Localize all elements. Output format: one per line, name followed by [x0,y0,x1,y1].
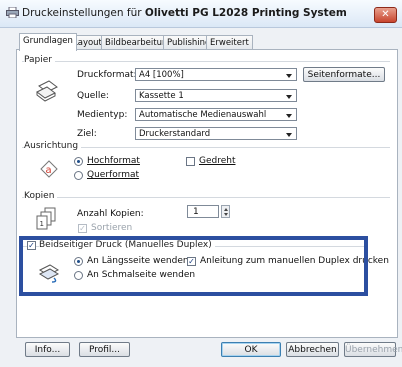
rotated-checkbox[interactable] [186,157,195,166]
cancel-button[interactable]: Abbrechen [286,342,339,357]
chevron-down-icon [286,133,292,137]
window-title: Druckeinstellungen für Olivetti PG L2028… [22,7,347,19]
title-bar: Druckeinstellungen für Olivetti PG L2028… [0,0,402,28]
source-value: Kassette 1 [139,91,184,101]
collate-label: Sortieren [91,223,133,233]
format-label: Druckformat: [77,70,137,80]
portrait-label[interactable]: Hochformat [87,156,140,166]
portrait-radio[interactable] [74,157,83,166]
target-value: Druckerstandard [139,129,211,139]
paper-icon [36,80,58,102]
duplex-highlight-frame [19,236,368,296]
landscape-label[interactable]: Querformat [87,170,139,180]
collate-checkbox[interactable]: ✓ [78,224,87,233]
copies-count-input[interactable]: 1 [187,205,219,218]
profile-button[interactable]: Profil... [79,342,130,357]
rotated-label[interactable]: Gedreht [199,156,236,166]
stepper-down-icon [224,213,228,216]
copies-stepper[interactable] [221,205,230,218]
copies-group-line [22,197,390,198]
tab-grundlagen[interactable]: Grundlagen [19,33,77,51]
paper-group-label: Papier [24,55,55,65]
media-select[interactable]: Automatische Medienauswahl [135,108,297,121]
chevron-down-icon [286,95,292,99]
format-value: A4 [100%] [139,70,184,80]
ok-button[interactable]: OK [221,342,281,357]
tab-erweitert[interactable]: Erweitert [206,35,253,50]
paper-group-line [22,61,390,62]
media-label: Medientyp: [77,110,128,120]
copies-icon: 1 [36,207,56,230]
svg-text:1: 1 [40,220,44,228]
svg-text:a: a [46,165,52,176]
printer-icon [6,7,19,18]
close-button[interactable]: ✕ [374,7,397,23]
target-select[interactable]: Druckerstandard [135,127,297,140]
orientation-group-label: Ausrichtung [24,141,82,151]
format-select[interactable]: A4 [100%] [135,68,297,81]
media-value: Automatische Medienauswahl [139,110,267,120]
chevron-down-icon [286,74,292,78]
page-formats-button[interactable]: Seitenformate... [303,67,385,82]
orientation-icon: a [40,160,58,178]
landscape-radio[interactable] [74,171,83,180]
info-button[interactable]: Info... [25,342,70,357]
close-icon: ✕ [381,9,390,20]
copies-count-label: Anzahl Kopien: [77,209,144,219]
stepper-up-icon [224,208,228,211]
source-label: Quelle: [77,91,109,101]
apply-button[interactable]: Übernehmen [344,342,402,357]
source-select[interactable]: Kassette 1 [135,89,297,102]
target-label: Ziel: [77,129,97,139]
chevron-down-icon [286,114,292,118]
copies-group-label: Kopien [24,191,58,201]
